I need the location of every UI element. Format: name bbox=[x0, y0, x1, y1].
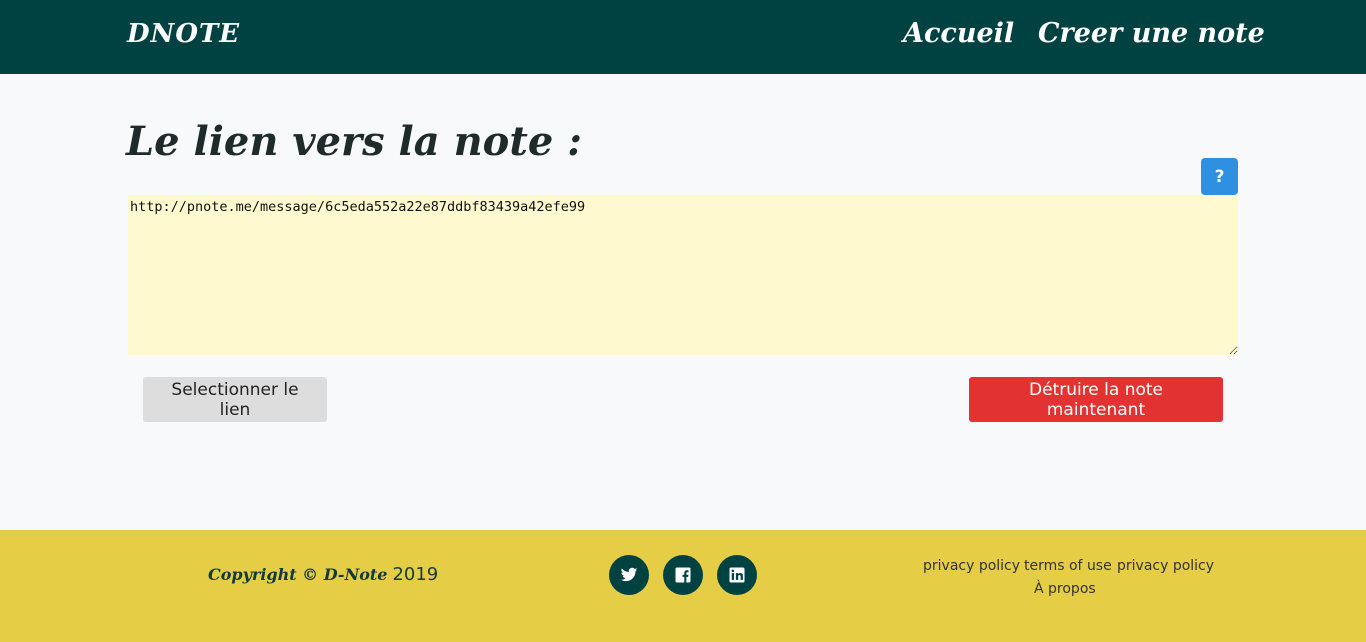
linkedin-icon bbox=[729, 567, 745, 583]
footer-link-terms-of-use[interactable]: terms of use bbox=[1024, 558, 1112, 574]
facebook-icon bbox=[675, 567, 691, 583]
footer: Copyright © D-Note 2019 privacy policy t… bbox=[0, 530, 1366, 642]
facebook-button[interactable] bbox=[663, 555, 703, 595]
copyright-year: 2019 bbox=[392, 564, 439, 585]
destroy-note-button[interactable]: Détruire la note maintenant bbox=[969, 377, 1223, 422]
page-title: Le lien vers la note : bbox=[126, 118, 582, 165]
nav-link-creer-note[interactable]: Creer une note bbox=[1038, 18, 1265, 49]
twitter-button[interactable] bbox=[609, 555, 649, 595]
note-link-textarea[interactable] bbox=[128, 195, 1238, 355]
footer-link-privacy-policy[interactable]: privacy policy bbox=[923, 558, 1020, 574]
twitter-icon bbox=[620, 567, 638, 582]
copyright: Copyright © D-Note 2019 bbox=[208, 564, 438, 585]
footer-link-privacy-policy-2[interactable]: privacy policy bbox=[1117, 558, 1214, 574]
nav-link-accueil[interactable]: Accueil bbox=[903, 18, 1014, 49]
select-link-button[interactable]: Selectionner le lien bbox=[143, 377, 327, 422]
copyright-text: Copyright © D-Note bbox=[208, 565, 388, 584]
linkedin-button[interactable] bbox=[717, 555, 757, 595]
navbar: DNOTE Accueil Creer une note bbox=[0, 0, 1366, 74]
brand-logo[interactable]: DNOTE bbox=[127, 19, 240, 49]
footer-link-a-propos[interactable]: À propos bbox=[1034, 581, 1096, 597]
help-button[interactable]: ? bbox=[1201, 158, 1238, 195]
